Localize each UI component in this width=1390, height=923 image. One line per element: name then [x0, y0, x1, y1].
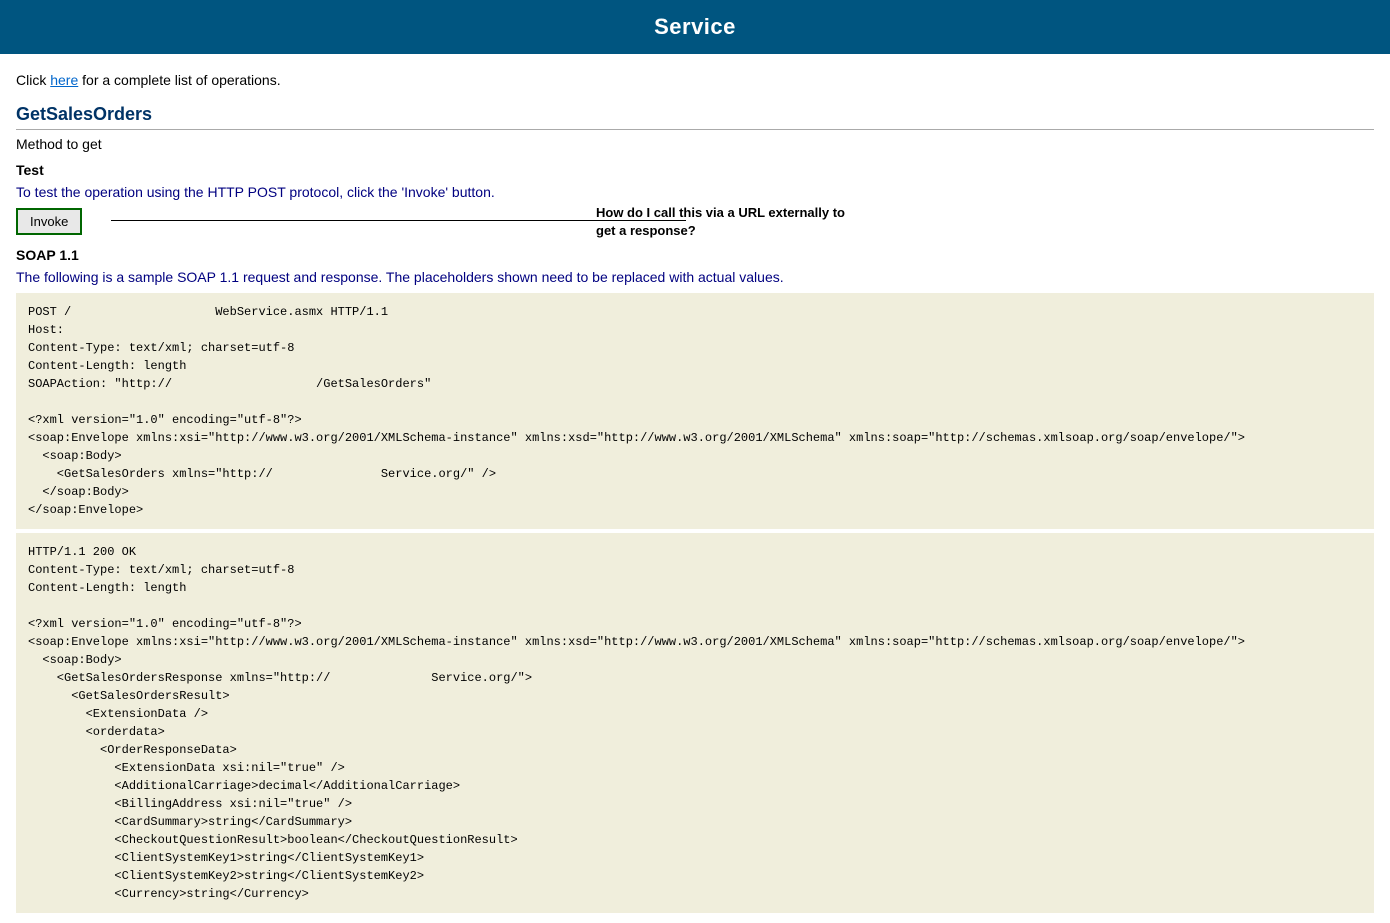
click-prefix: Click — [16, 72, 50, 88]
here-link[interactable]: here — [50, 72, 78, 88]
invoke-button[interactable]: Invoke — [16, 208, 82, 235]
arrow-svg — [111, 220, 691, 270]
soap11-desc-text: The following is a sample SOAP 1.1 reque… — [16, 269, 784, 285]
operation-title: GetSalesOrders — [16, 104, 1374, 130]
test-label: Test — [16, 162, 1374, 178]
operations-link-line: Click here for a complete list of operat… — [16, 72, 1374, 88]
click-suffix: for a complete list of operations. — [78, 72, 280, 88]
soap11-request-block: POST / WebService.asmx HTTP/1.1 Host: Co… — [16, 293, 1374, 529]
page-header: Service — [0, 0, 1390, 54]
main-content: Click here for a complete list of operat… — [0, 54, 1390, 923]
method-description: Method to get — [16, 136, 1374, 152]
page-title: Service — [654, 14, 736, 39]
soap11-description: The following is a sample SOAP 1.1 reque… — [16, 269, 1374, 285]
soap11-response-block: HTTP/1.1 200 OK Content-Type: text/xml; … — [16, 533, 1374, 913]
invoke-area: Invoke How do I call this via a URL exte… — [16, 208, 1374, 235]
test-description: To test the operation using the HTTP POS… — [16, 184, 1374, 200]
